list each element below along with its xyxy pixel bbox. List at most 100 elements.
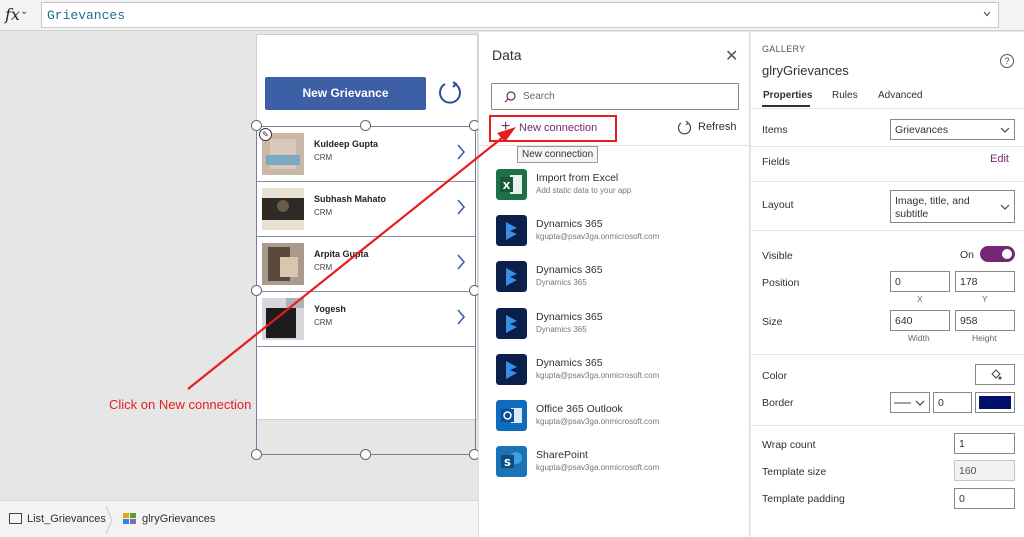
visible-label: Visible bbox=[762, 250, 793, 262]
data-source-item[interactable]: Dynamics 365 Dynamics 365 bbox=[496, 261, 746, 295]
chevron-right-icon[interactable] bbox=[456, 198, 466, 216]
svg-text:S: S bbox=[504, 458, 511, 469]
position-x-input[interactable]: 0 bbox=[890, 271, 950, 292]
tab-advanced[interactable]: Advanced bbox=[878, 90, 922, 101]
y-caption: Y bbox=[982, 294, 988, 304]
data-source-item[interactable]: X Import from Excel Add static data to y… bbox=[496, 169, 746, 203]
gallery-item-title: Subhash Mahato bbox=[314, 194, 387, 204]
position-y-input[interactable]: 178 bbox=[955, 271, 1015, 292]
sharepoint-icon: S bbox=[496, 446, 527, 477]
formula-text[interactable]: Grievances bbox=[47, 8, 125, 23]
fields-edit-link[interactable]: Edit bbox=[990, 153, 1009, 165]
border-color-picker[interactable] bbox=[975, 392, 1015, 413]
chevron-down-icon bbox=[1000, 127, 1010, 133]
data-source-item[interactable]: S SharePoint kgupta@psav3ga.onmicrosoft.… bbox=[496, 446, 746, 480]
excel-icon: X bbox=[496, 169, 527, 200]
data-source-item[interactable]: Office 365 Outlook kgupta@psav3ga.onmicr… bbox=[496, 400, 746, 434]
dynamics-365-icon bbox=[496, 354, 527, 385]
gallery-item-title: Arpita Gupta bbox=[314, 249, 369, 259]
help-icon[interactable]: ? bbox=[1000, 54, 1014, 68]
gallery-item-subtitle: CRM bbox=[314, 263, 333, 272]
size-height-input[interactable]: 958 bbox=[955, 310, 1015, 331]
refresh-icon[interactable] bbox=[677, 120, 692, 135]
data-source-subtitle: Add static data to your app bbox=[536, 186, 632, 195]
chevron-right-icon[interactable] bbox=[456, 143, 466, 161]
chevron-right-icon[interactable] bbox=[456, 253, 466, 271]
tab-properties[interactable]: Properties bbox=[763, 90, 812, 101]
visible-value: On bbox=[960, 249, 975, 261]
divider bbox=[751, 354, 1024, 355]
gallery-item-image bbox=[262, 188, 304, 230]
breadcrumb-separator bbox=[105, 505, 113, 535]
paint-bucket-icon bbox=[991, 369, 1002, 380]
fx-icon[interactable]: fx bbox=[5, 5, 20, 24]
gallery-item[interactable]: Kuldeep Gupta CRM bbox=[257, 127, 475, 182]
tooltip: New connection bbox=[517, 146, 599, 163]
border-label: Border bbox=[762, 397, 794, 409]
gallery-item[interactable]: Subhash Mahato CRM bbox=[257, 182, 475, 237]
template-size-input[interactable]: 160 bbox=[954, 460, 1015, 481]
formula-input[interactable]: Grievances bbox=[41, 2, 999, 28]
wrap-count-input[interactable]: 1 bbox=[954, 433, 1015, 454]
width-caption: Width bbox=[908, 333, 930, 343]
border-color-swatch bbox=[979, 396, 1011, 409]
chevron-down-icon bbox=[1000, 204, 1010, 210]
data-source-title: Dynamics 365 bbox=[536, 357, 603, 369]
template-size-label: Template size bbox=[762, 466, 827, 478]
resize-handle[interactable] bbox=[251, 449, 262, 460]
color-label: Color bbox=[762, 370, 788, 382]
active-tab-indicator bbox=[762, 105, 810, 107]
search-input[interactable]: Search bbox=[491, 83, 739, 110]
data-source-item[interactable]: Dynamics 365 kgupta@psav3ga.onmicrosoft.… bbox=[496, 215, 746, 249]
expand-formula-icon[interactable] bbox=[982, 9, 992, 19]
tab-rules[interactable]: Rules bbox=[832, 90, 858, 101]
toggle-knob bbox=[1002, 249, 1012, 259]
color-picker[interactable] bbox=[975, 364, 1015, 385]
resize-handle[interactable] bbox=[360, 120, 371, 131]
control-name[interactable]: glryGrievances bbox=[762, 63, 849, 78]
resize-handle[interactable] bbox=[251, 285, 262, 296]
data-source-title: Dynamics 365 bbox=[536, 311, 603, 323]
divider bbox=[751, 230, 1024, 231]
fields-label: Fields bbox=[762, 156, 791, 168]
search-placeholder: Search bbox=[523, 91, 555, 102]
resize-handle[interactable] bbox=[360, 449, 371, 460]
border-style-dropdown[interactable] bbox=[890, 392, 930, 413]
border-width-input[interactable]: 0 bbox=[933, 392, 972, 413]
new-grievance-button[interactable]: New Grievance bbox=[265, 77, 426, 110]
dynamics-365-icon bbox=[496, 215, 527, 246]
items-dropdown[interactable]: Grievances bbox=[890, 119, 1015, 140]
gallery-item[interactable]: Arpita Gupta CRM bbox=[257, 237, 475, 292]
chevron-down-icon[interactable]: ⌄ bbox=[20, 6, 28, 17]
gallery-item-subtitle: CRM bbox=[314, 153, 333, 162]
edit-template-icon[interactable]: ✎ bbox=[259, 128, 272, 141]
breadcrumb-screen[interactable]: List_Grievances bbox=[27, 513, 106, 525]
gallery-item-title: Yogesh bbox=[314, 304, 346, 314]
visible-toggle[interactable] bbox=[980, 246, 1015, 262]
wrap-count-label: Wrap count bbox=[762, 439, 816, 451]
breadcrumb-control[interactable]: glryGrievances bbox=[142, 513, 215, 525]
border-style-preview bbox=[894, 400, 925, 406]
template-padding-input[interactable]: 0 bbox=[954, 488, 1015, 509]
svg-text:X: X bbox=[503, 181, 511, 192]
items-label: Items bbox=[762, 124, 788, 136]
close-icon[interactable]: ✕ bbox=[725, 46, 738, 66]
layout-dropdown[interactable]: Image, title, and subtitle bbox=[890, 190, 1015, 223]
gallery-item[interactable]: Yogesh CRM bbox=[257, 292, 475, 347]
data-source-item[interactable]: Dynamics 365 kgupta@psav3ga.onmicrosoft.… bbox=[496, 354, 746, 388]
data-source-title: Dynamics 365 bbox=[536, 218, 603, 230]
formula-bar: fx ⌄ Grievances bbox=[0, 0, 1024, 31]
chevron-right-icon[interactable] bbox=[456, 308, 466, 326]
gallery-item-subtitle: CRM bbox=[314, 208, 333, 217]
gallery-item-subtitle: CRM bbox=[314, 318, 333, 327]
new-connection-button[interactable]: + New connection bbox=[489, 115, 617, 142]
data-source-item[interactable]: Dynamics 365 Dynamics 365 bbox=[496, 308, 746, 342]
dynamics-365-icon bbox=[496, 261, 527, 292]
dynamics-365-icon bbox=[496, 308, 527, 339]
reload-icon[interactable] bbox=[436, 79, 464, 107]
refresh-button[interactable]: Refresh bbox=[698, 121, 737, 133]
data-panel: Data ✕ Search + New connection Refresh N… bbox=[478, 32, 751, 537]
search-icon bbox=[504, 91, 516, 103]
divider bbox=[751, 181, 1024, 182]
size-width-input[interactable]: 640 bbox=[890, 310, 950, 331]
